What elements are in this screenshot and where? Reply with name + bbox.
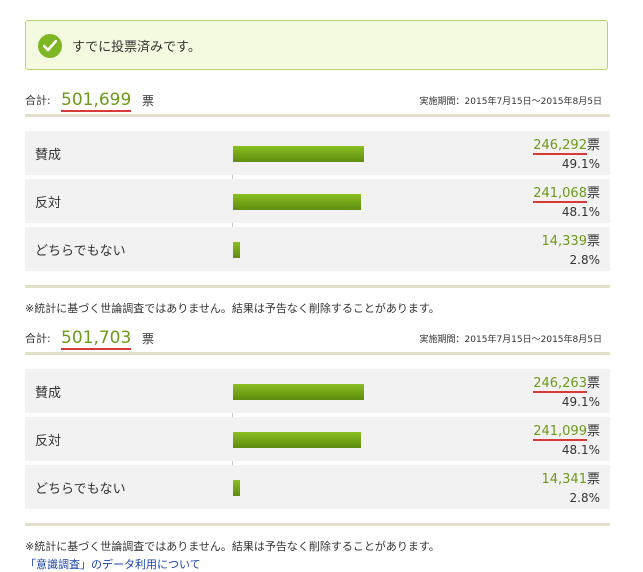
total-votes: 501,699 <box>61 90 132 112</box>
results-panel-1: 合計: 501,699 票 実施期間：2015年7月15日〜2015年8月5日 … <box>25 84 610 288</box>
option-row-agree: 賛成 246,292票 49.1% <box>25 131 610 175</box>
result-bar <box>233 480 240 496</box>
voted-notice: すでに投票済みです。 <box>25 20 608 70</box>
option-percent: 48.1% <box>561 205 600 219</box>
option-row-oppose: 反対 241,068票 48.1% <box>25 179 610 223</box>
option-votes: 241,099票 <box>533 424 600 441</box>
option-votes: 14,339票 <box>541 234 600 249</box>
option-votes: 246,263票 <box>533 376 600 393</box>
option-row-neither: どちらでもない 14,339票 2.8% <box>25 227 610 271</box>
total-unit: 票 <box>142 94 155 108</box>
option-label: 反対 <box>35 196 62 211</box>
disclaimer-note: ※統計に基づく世論調査ではありません。結果は予告なく削除することがあります。 <box>25 540 440 553</box>
total-votes: 501,703 <box>61 328 132 350</box>
disclaimer-note: ※統計に基づく世論調査ではありません。結果は予告なく削除することがあります。 <box>25 302 440 315</box>
option-percent: 49.1% <box>561 157 600 171</box>
option-percent: 2.8% <box>569 253 601 267</box>
result-bar <box>233 242 240 258</box>
result-bar <box>233 384 364 400</box>
vote-period: 実施期間：2015年7月15日〜2015年8月5日 <box>419 335 602 345</box>
option-label: 賛成 <box>35 386 62 401</box>
option-percent: 49.1% <box>561 395 600 409</box>
option-votes: 246,292票 <box>533 138 600 155</box>
total-row: 合計: 501,703 票 実施期間：2015年7月15日〜2015年8月5日 <box>25 322 610 355</box>
option-row-oppose: 反対 241,099票 48.1% <box>25 417 610 461</box>
total-unit: 票 <box>142 332 155 346</box>
option-votes: 14,341票 <box>541 472 600 487</box>
voted-message: すでに投票済みです。 <box>72 40 201 55</box>
option-row-agree: 賛成 246,263票 49.1% <box>25 369 610 413</box>
result-bar <box>233 432 361 448</box>
option-label: 賛成 <box>35 148 62 163</box>
options-list: 賛成 246,263票 49.1% 反対 241,099票 48.1% どちらで… <box>25 369 610 513</box>
check-circle-icon <box>38 34 62 58</box>
results-panel-2: 合計: 501,703 票 実施期間：2015年7月15日〜2015年8月5日 … <box>25 322 610 526</box>
total-label: 合計: <box>25 332 51 345</box>
vote-period: 実施期間：2015年7月15日〜2015年8月5日 <box>419 97 602 107</box>
options-list: 賛成 246,292票 49.1% 反対 241,068票 48.1% どちらで… <box>25 131 610 275</box>
result-bar <box>233 146 364 162</box>
option-percent: 2.8% <box>569 491 601 505</box>
option-percent: 48.1% <box>561 443 600 457</box>
divider <box>25 523 610 526</box>
option-label: どちらでもない <box>35 244 126 259</box>
option-votes: 241,068票 <box>533 186 600 203</box>
option-row-neither: どちらでもない 14,341票 2.8% <box>25 465 610 509</box>
total-row: 合計: 501,699 票 実施期間：2015年7月15日〜2015年8月5日 <box>25 84 610 117</box>
option-label: 反対 <box>35 434 62 449</box>
total-label: 合計: <box>25 94 51 107</box>
result-bar <box>233 194 361 210</box>
divider <box>25 285 610 288</box>
option-label: どちらでもない <box>35 482 126 497</box>
